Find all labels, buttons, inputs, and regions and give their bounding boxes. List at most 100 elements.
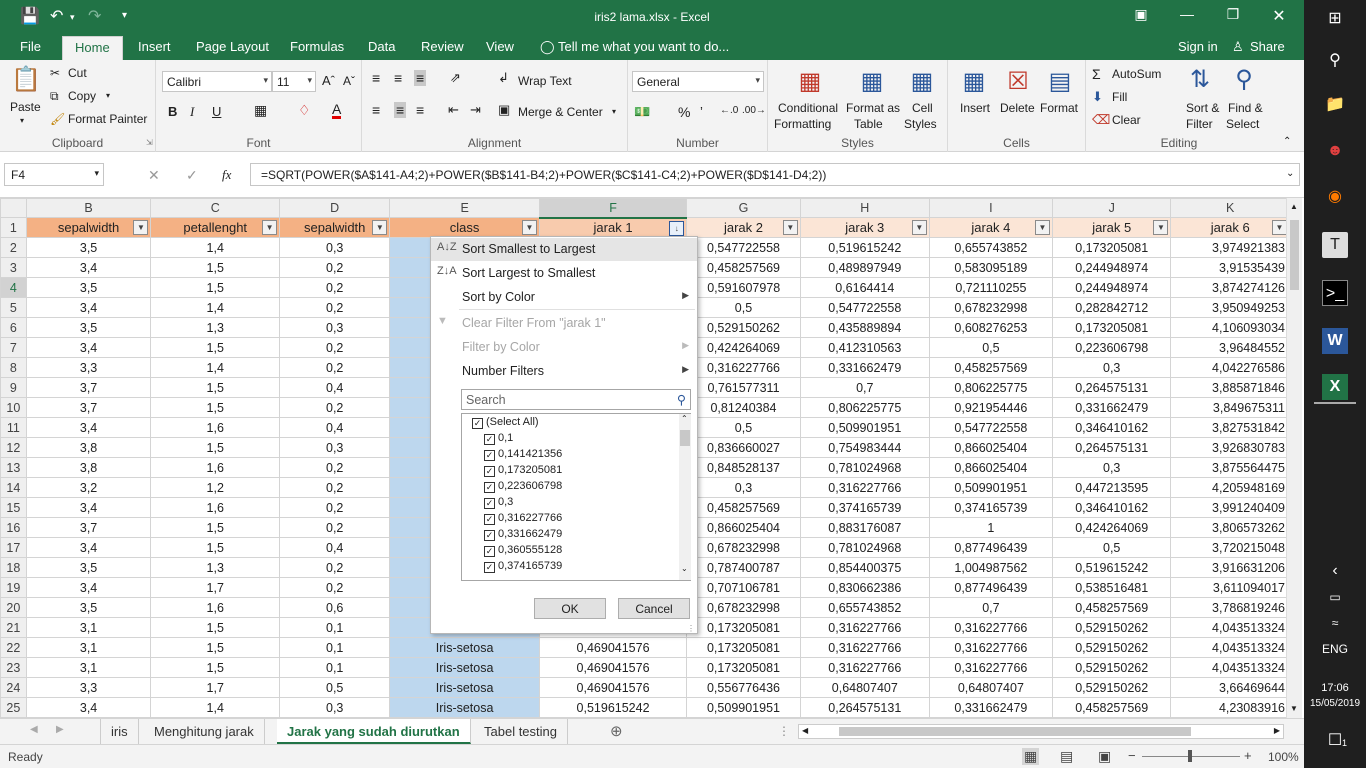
cell[interactable]: 0,2 [279,477,391,498]
cell[interactable]: 1,5 [150,257,281,278]
cell[interactable]: 3,4 [25,497,152,518]
align-right-icon[interactable]: ≡ [416,102,424,118]
cell[interactable]: Iris-setosa [389,677,540,698]
cell[interactable]: 0,866025404 [928,457,1054,478]
cell[interactable]: 0,2 [279,357,391,378]
cell[interactable]: 0,509901951 [799,417,930,438]
row-header[interactable]: 24 [0,677,27,698]
checkbox-checked-icon[interactable]: ✓ [484,482,495,493]
cell[interactable]: 3,1 [25,657,152,678]
tab-view[interactable]: View [486,39,514,54]
cell[interactable]: 3,5 [25,277,152,298]
cell[interactable]: 3,874274126 [1170,277,1290,298]
scroll-left-icon[interactable]: ◀ [802,726,808,735]
table-header-cell[interactable]: class ▼ [389,217,540,238]
row-header[interactable]: 1 [0,217,27,238]
cell[interactable]: 0,5 [279,677,391,698]
cell[interactable]: 0,264575131 [1051,437,1172,458]
underline-icon[interactable]: U [212,104,221,119]
list-scroll-thumb[interactable] [680,430,690,446]
align-center-icon[interactable]: ≡ [394,102,407,118]
cell[interactable]: 0,331662479 [799,357,930,378]
comma-icon[interactable]: ’ [700,104,703,119]
cell[interactable]: 0,316227766 [686,357,801,378]
font-size-box[interactable]: 11 ▾ [272,71,316,92]
cell[interactable]: 0,591607978 [686,277,801,298]
cell[interactable]: 0,877496439 [928,577,1054,598]
cell[interactable]: 1,6 [150,497,281,518]
cell[interactable]: 0,3 [279,697,391,718]
tab-review[interactable]: Review [421,39,464,54]
cell[interactable]: 0,806225775 [928,377,1054,398]
cell[interactable]: 0,2 [279,557,391,578]
cell[interactable]: 4,043513324 [1170,617,1290,638]
cell[interactable]: 0,655743852 [928,237,1054,258]
orientation-icon[interactable]: ⇗ [450,70,461,86]
scroll-up-icon[interactable]: ⌃ [681,414,688,423]
cell[interactable]: 0,529150262 [1051,677,1172,698]
cell[interactable]: 3,5 [25,597,152,618]
cell[interactable]: 0,721110255 [928,277,1054,298]
sort-by-color-item[interactable]: Sort by Color ▶ [431,286,697,309]
increase-font-icon[interactable]: Aˆ [322,73,335,88]
cell[interactable]: 4,043513324 [1170,637,1290,658]
cell[interactable]: 1,5 [150,397,281,418]
cell[interactable]: 1,3 [150,317,281,338]
tab-split-handle[interactable]: ⋮ [778,724,790,738]
cell-styles-icon[interactable]: ▦ [904,66,940,98]
cell[interactable]: 0,707106781 [686,577,801,598]
cell[interactable]: 0,458257569 [686,257,801,278]
checkbox-checked-icon[interactable]: ✓ [484,530,495,541]
formula-input[interactable]: =SQRT(POWER($A$141-A4;2)+POWER($B$141-B4… [250,163,1300,186]
cell[interactable]: 1,5 [150,377,281,398]
format-as-table-button[interactable]: Format as [846,101,900,115]
cell[interactable]: 0,3 [279,437,391,458]
clock-date[interactable]: 15/05/2019 [1304,698,1366,709]
cell[interactable]: 1,5 [150,517,281,538]
cell[interactable]: 1,6 [150,457,281,478]
cell[interactable]: 0,244948974 [1051,257,1172,278]
filter-dropdown-icon[interactable]: ▼ [521,220,537,235]
cell[interactable]: 0,346410162 [1051,497,1172,518]
cell[interactable]: 0,374165739 [799,497,930,518]
sheet-tab-menghitung-jarak[interactable]: Menghitung jarak [144,719,265,744]
column-header[interactable]: B [25,198,152,218]
filter-value-list[interactable]: ✓ (Select All) ✓ 0,1 ✓ 0,141421356 ✓ 0,17320508… [461,413,691,581]
checkbox-checked-icon[interactable]: ✓ [484,498,495,509]
bold-icon[interactable]: B [168,104,177,119]
scroll-down-icon[interactable]: ▼ [1290,704,1298,713]
column-header[interactable]: K [1170,198,1290,218]
filter-search-input[interactable]: Search ⚲ [461,389,691,410]
column-header[interactable]: C [150,198,281,218]
cell[interactable]: 1,7 [150,677,281,698]
filter-dropdown-icon[interactable]: ▼ [1272,220,1287,235]
scroll-down-icon[interactable]: ⌄ [681,564,688,573]
table-header-cell[interactable]: jarak 5 ▼ [1051,217,1172,238]
cell[interactable]: 0,556776436 [686,677,801,698]
cell[interactable]: 1,5 [150,637,281,658]
checkbox-checked-icon[interactable]: ✓ [484,434,495,445]
cell[interactable]: 0,173205081 [686,657,801,678]
cell[interactable]: 1,5 [150,617,281,638]
cell[interactable]: 0,761577311 [686,377,801,398]
scroll-up-icon[interactable]: ▲ [1290,202,1298,211]
cell[interactable]: 0,2 [279,337,391,358]
row-header[interactable]: 12 [0,437,27,458]
cell[interactable]: 0,458257569 [1051,597,1172,618]
cell[interactable]: 0,3 [279,317,391,338]
filter-dropdown-icon[interactable]: ▼ [372,220,388,235]
cell[interactable]: 0,2 [279,257,391,278]
cell[interactable]: 3,1 [25,637,152,658]
find-select-button[interactable]: Find & [1228,101,1263,115]
row-header[interactable]: 5 [0,297,27,318]
cell[interactable]: 1,5 [150,337,281,358]
table-header-cell[interactable]: jarak 4 ▼ [928,217,1054,238]
cell[interactable]: 0,5 [1051,537,1172,558]
table-header-cell[interactable]: jarak 2 ▼ [686,217,801,238]
cell[interactable]: 3,2 [25,477,152,498]
cell[interactable]: 0,316227766 [928,617,1054,638]
align-left-icon[interactable]: ≡ [372,102,380,118]
cell[interactable]: 0,781024968 [799,457,930,478]
decrease-decimal-icon[interactable]: .00→ [742,105,766,116]
cell[interactable]: 0,1 [279,617,391,638]
